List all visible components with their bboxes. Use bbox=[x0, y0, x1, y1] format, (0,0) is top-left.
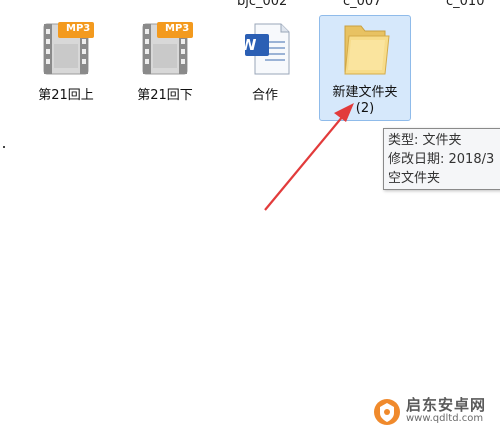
file-name: 第21回下 bbox=[137, 88, 193, 103]
folder-name-line1: 新建文件夹 bbox=[332, 85, 398, 100]
tooltip-modified-date: 修改日期: 2018/3 bbox=[388, 152, 495, 167]
watermark-shield-icon bbox=[374, 399, 400, 425]
file-name: 第21回上 bbox=[38, 88, 94, 103]
word-badge-letter: W bbox=[240, 36, 257, 54]
mp3-badge-label: MP3 bbox=[66, 23, 91, 34]
tooltip-empty-folder: 空文件夹 bbox=[388, 171, 441, 186]
file-item-word-doc[interactable]: W 合作 bbox=[223, 20, 307, 104]
file-item-new-folder[interactable]: 新建文件夹 (2) bbox=[319, 15, 411, 121]
watermark-logo: 启东安卓网 www.qdltd.com bbox=[372, 393, 500, 431]
file-label-bjc-002[interactable]: bjc_002 bbox=[237, 0, 287, 9]
folder-icon bbox=[344, 25, 390, 75]
file-item-mp3-part2[interactable]: MP3 第21回下 bbox=[123, 20, 207, 104]
tooltip-type: 类型: 文件夹 bbox=[388, 133, 462, 148]
folder-name-line2: (2) bbox=[355, 101, 375, 116]
watermark-text: 启东安卓网 bbox=[406, 396, 487, 414]
folder-tooltip: 类型: 文件夹 修改日期: 2018/3 空文件夹 bbox=[383, 128, 500, 190]
file-item-mp3-part1[interactable]: MP3 第21回上 bbox=[24, 20, 108, 104]
watermark-url: www.qdltd.com bbox=[406, 413, 484, 424]
file-label-c-007[interactable]: c_007 bbox=[343, 0, 381, 9]
file-label-c-010[interactable]: c_010 bbox=[446, 0, 484, 9]
file-name: 合作 bbox=[251, 88, 278, 103]
stray-dot bbox=[3, 146, 5, 148]
mp3-badge-label: MP3 bbox=[165, 23, 190, 34]
